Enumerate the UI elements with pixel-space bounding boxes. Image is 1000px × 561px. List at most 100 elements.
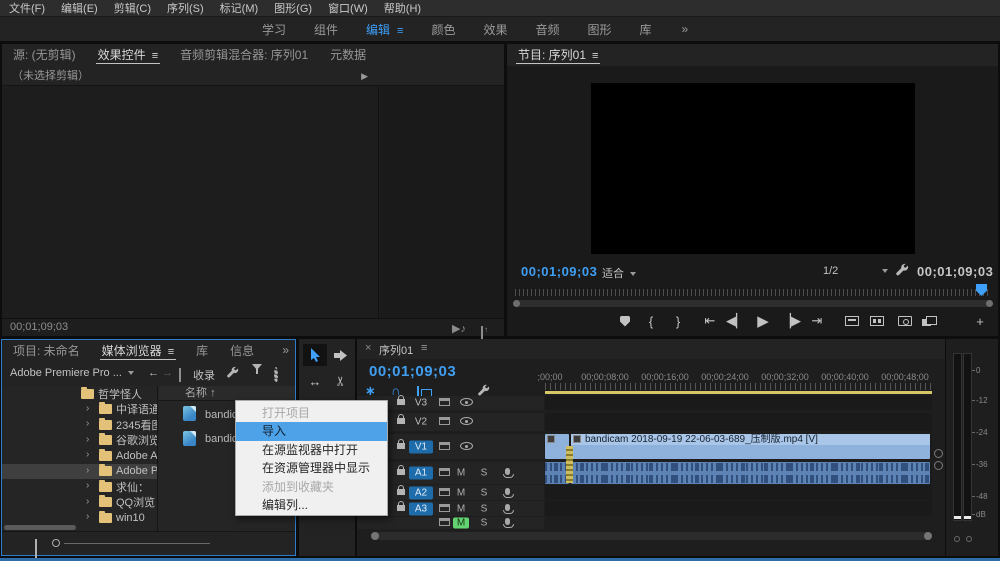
effect-controls-tab[interactable]: 效果控件≡ [87, 44, 169, 66]
expand-chevron-icon[interactable]: › [86, 480, 89, 491]
filter-funnel-icon[interactable] [252, 370, 262, 382]
keyframe-marker[interactable] [566, 446, 573, 483]
sync-lock-icon[interactable] [439, 518, 450, 526]
expand-chevron-icon[interactable]: › [86, 465, 89, 476]
menu-item[interactable]: 帮助(H) [384, 0, 421, 16]
track-content[interactable] [545, 501, 932, 516]
panel-menu-icon[interactable]: ≡ [168, 346, 174, 358]
source-dropdown[interactable]: Adobe Premiere Pro ... [10, 367, 134, 379]
tree-item[interactable]: ›谷歌浏览 [2, 433, 157, 449]
project-tab[interactable]: 项目: 未命名 [2, 340, 91, 362]
tree-item[interactable]: 哲学怪人 [2, 386, 157, 402]
sync-lock-icon[interactable] [439, 468, 450, 476]
project-tab[interactable]: 媒体浏览器≡ [91, 340, 185, 362]
sequence-tab[interactable]: 序列01 [379, 342, 413, 358]
workspace-tab[interactable]: 库 [640, 21, 652, 38]
lock-icon[interactable] [397, 505, 405, 511]
lock-icon[interactable] [397, 399, 405, 405]
context-menu-item[interactable]: 编辑列... [236, 496, 387, 514]
timeline-ruler-labels[interactable]: ;00;0000;00;08;0000;00;16;0000;00;24;000… [545, 372, 932, 382]
mic-record-icon[interactable] [505, 468, 510, 475]
solo-button[interactable]: S [476, 503, 492, 514]
lock-icon[interactable] [397, 418, 405, 424]
work-area-bar[interactable] [545, 391, 932, 394]
project-tab[interactable]: 信息 [219, 340, 265, 362]
effect-controls-tab[interactable]: 音频剪辑混合器: 序列01 [169, 44, 319, 66]
workspace-tab[interactable]: 音频 [536, 21, 560, 38]
mark-in-icon[interactable]: { [638, 310, 664, 332]
eye-toggle-icon[interactable] [460, 417, 473, 425]
extract-icon[interactable] [864, 310, 890, 332]
go-to-out-icon[interactable]: ⇥ [804, 310, 830, 332]
mic-record-icon[interactable] [505, 488, 510, 495]
tree-horizontal-scrollbar[interactable] [4, 525, 76, 530]
sync-lock-icon[interactable] [439, 488, 450, 496]
workspace-tab[interactable]: 图形 [588, 21, 612, 38]
panel-menu-icon[interactable]: ≡ [421, 342, 427, 354]
back-arrow-icon[interactable]: ← [148, 367, 159, 379]
menu-item[interactable]: 文件(F) [9, 0, 45, 16]
master-track-header[interactable]: MS [357, 517, 544, 529]
zoom-slider-track[interactable] [64, 543, 210, 544]
menu-item[interactable]: 编辑(E) [61, 0, 98, 16]
audio-clip[interactable] [571, 462, 930, 484]
expand-chevron-icon[interactable]: › [86, 496, 89, 507]
mute-button[interactable]: M [453, 503, 469, 514]
ripple-edit-tool[interactable]: ↔ [303, 370, 327, 392]
forward-arrow-icon[interactable]: → [162, 367, 173, 379]
solo-right-icon[interactable] [966, 536, 972, 542]
expand-chevron-icon[interactable]: › [86, 511, 89, 522]
go-to-in-icon[interactable]: ⇤ [697, 310, 723, 332]
track-content[interactable] [545, 485, 932, 500]
mute-button[interactable]: M [453, 468, 469, 479]
track-content[interactable]: bandicam 2018-09-19 22-06-03-689_压制版.mp4… [545, 434, 932, 459]
close-icon[interactable]: × [365, 342, 371, 354]
video-clip[interactable]: bandicam 2018-09-19 22-06-03-689_压制版.mp4… [571, 434, 930, 459]
mute-button[interactable]: M [453, 487, 469, 498]
tree-item[interactable]: ›2345看图 [2, 417, 157, 433]
track-content[interactable] [545, 413, 932, 431]
sync-lock-icon[interactable] [439, 398, 450, 406]
program-scrollbar[interactable] [513, 300, 993, 307]
panel-menu-icon[interactable]: ≡ [397, 25, 403, 37]
workspace-overflow-icon[interactable]: » [682, 22, 689, 36]
project-tab[interactable]: 库 [185, 340, 219, 362]
play-audio-icon[interactable]: ▶♪ [452, 321, 466, 338]
tree-item[interactable]: ›求仙： [2, 479, 157, 495]
lock-icon[interactable] [397, 443, 405, 449]
tab-program[interactable]: 节目: 序列01≡ [507, 44, 609, 66]
zoom-level-select[interactable]: 适合 [602, 265, 636, 281]
effect-controls-tab[interactable]: 元数据 [319, 44, 377, 66]
tree-item[interactable]: ›win10 [2, 510, 157, 526]
program-time-ruler[interactable] [515, 289, 991, 296]
solo-button[interactable]: S [476, 487, 492, 498]
selection-tool[interactable] [303, 344, 327, 366]
timeline-vertical-scrollbar[interactable] [934, 449, 941, 479]
step-back-icon[interactable]: ◀▏ [723, 310, 749, 332]
track-name-badge[interactable]: V3 [409, 397, 433, 410]
track-content[interactable] [545, 396, 932, 410]
file-list-header[interactable]: 名称 ↑ [159, 386, 295, 401]
context-menu-item[interactable]: 导入 [236, 422, 387, 440]
menu-item[interactable]: 图形(G) [274, 0, 312, 16]
step-forward-icon[interactable]: ▕▶ [778, 310, 804, 332]
tree-item[interactable]: ›中译语通 [2, 402, 157, 418]
lift-icon[interactable] [839, 310, 865, 332]
context-menu-item[interactable]: 在源监视器中打开 [236, 441, 387, 459]
sync-lock-icon[interactable] [439, 504, 450, 512]
razor-tool[interactable]: ✂ [330, 369, 352, 393]
effect-controls-tab[interactable]: 源: (无剪辑) [2, 44, 87, 66]
master-mute-button[interactable]: M [453, 518, 469, 529]
button-editor-icon[interactable]: + [967, 310, 993, 332]
panel-menu-icon[interactable]: ≡ [152, 50, 158, 62]
add-marker-icon[interactable] [612, 310, 638, 332]
mic-record-icon[interactable] [505, 504, 510, 511]
eye-toggle-icon[interactable] [460, 398, 473, 406]
context-menu-item[interactable]: 在资源管理器中显示 [236, 459, 387, 477]
expand-chevron-icon[interactable]: › [86, 434, 89, 445]
settings-wrench-icon[interactable] [895, 263, 909, 282]
track-name-badge[interactable]: A1 [409, 467, 433, 480]
tree-item[interactable]: ›QQ浏览 [2, 495, 157, 511]
sync-lock-icon[interactable] [439, 442, 450, 450]
expand-chevron-icon[interactable]: › [86, 418, 89, 429]
